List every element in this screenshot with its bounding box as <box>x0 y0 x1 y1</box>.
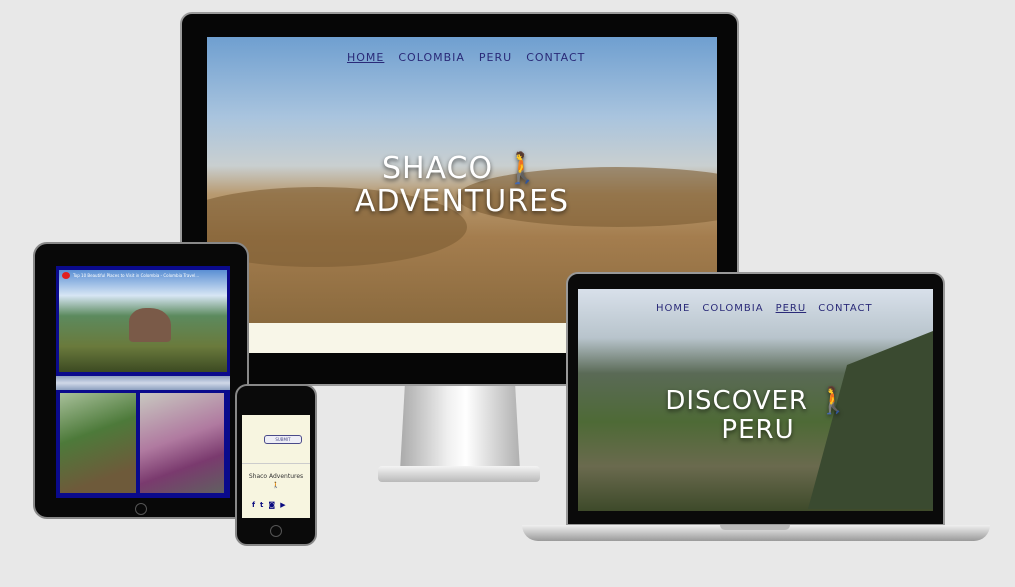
nav-contact[interactable]: CONTACT <box>818 303 872 314</box>
monitor-stand <box>400 386 520 471</box>
laptop-screen: HOME COLOMBIA PERU CONTACT DISCOVER 🚶 PE… <box>578 289 933 511</box>
main-nav: HOME COLOMBIA PERU CONTACT <box>347 51 585 64</box>
phone-screen: SUBMIT Shaco Adventures 🚶 f t ◙ ▶ <box>242 415 310 518</box>
nav-home[interactable]: HOME <box>347 51 384 64</box>
main-nav: HOME COLOMBIA PERU CONTACT <box>656 303 873 314</box>
hiker-icon: 🚶 <box>817 386 851 416</box>
home-button[interactable] <box>135 503 147 515</box>
phone-device: SUBMIT Shaco Adventures 🚶 f t ◙ ▶ <box>235 384 317 546</box>
laptop-device: HOME COLOMBIA PERU CONTACT DISCOVER 🚶 PE… <box>566 272 945 526</box>
youtube-icon[interactable]: ▶ <box>280 501 285 509</box>
social-links: f t ◙ ▶ <box>252 501 286 509</box>
tablet-device: Top 10 Beautiful Places to Visit in Colo… <box>33 242 249 519</box>
facebook-icon[interactable]: f <box>252 501 255 509</box>
laptop-notch <box>720 525 790 530</box>
hiker-icon: 🚶 <box>503 151 543 186</box>
section-divider <box>56 376 230 390</box>
nav-peru[interactable]: PERU <box>776 303 807 314</box>
tablet-screen: Top 10 Beautiful Places to Visit in Colo… <box>56 266 230 498</box>
twitter-icon[interactable]: t <box>260 501 263 509</box>
video-title[interactable]: Top 10 Beautiful Places to Visit in Colo… <box>73 273 199 278</box>
instagram-icon[interactable]: ◙ <box>268 501 275 509</box>
nav-colombia[interactable]: COLOMBIA <box>702 303 763 314</box>
youtube-video[interactable]: Top 10 Beautiful Places to Visit in Colo… <box>59 270 227 372</box>
nav-peru[interactable]: PERU <box>479 51 512 64</box>
nav-colombia[interactable]: COLOMBIA <box>398 51 465 64</box>
nav-contact[interactable]: CONTACT <box>526 51 585 64</box>
title-line1: DISCOVER <box>665 386 808 416</box>
submit-button[interactable]: SUBMIT <box>264 435 302 444</box>
gallery-image-mural <box>140 393 224 493</box>
rock-image <box>129 308 171 342</box>
footer-brand: Shaco Adventures <box>248 473 304 480</box>
gallery-image-jungle <box>60 393 136 493</box>
hero-title: SHACO 🚶 ADVENTURES <box>337 152 587 218</box>
youtube-logo-icon <box>62 272 70 279</box>
monitor-base <box>378 466 540 482</box>
title-line2: ADVENTURES <box>354 184 570 219</box>
hero-title: DISCOVER 🚶 PERU <box>648 387 868 444</box>
home-button[interactable] <box>270 525 282 537</box>
title-line1: SHACO <box>381 151 494 186</box>
hiker-icon: 🚶 <box>272 482 280 489</box>
divider <box>242 463 310 464</box>
nav-home[interactable]: HOME <box>656 303 690 314</box>
title-line2: PERU <box>721 414 795 445</box>
